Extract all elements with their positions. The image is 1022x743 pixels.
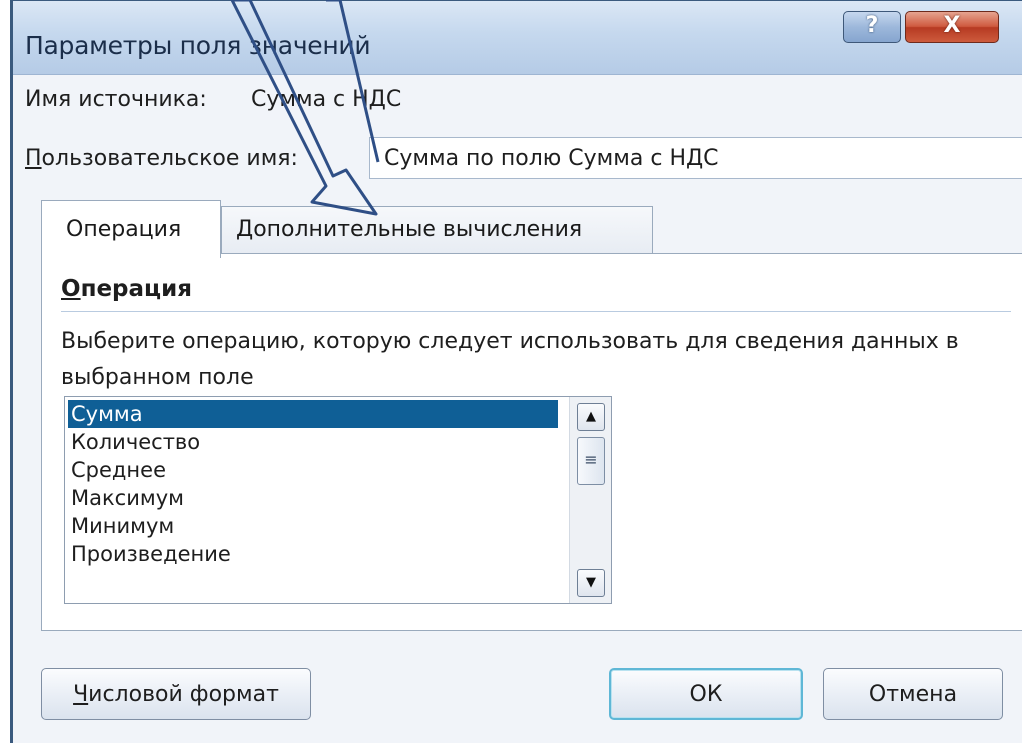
- scroll-up-button[interactable]: ▲: [577, 403, 605, 431]
- list-item-average[interactable]: Среднее: [68, 456, 558, 484]
- close-icon: X: [943, 13, 961, 38]
- custom-name-input[interactable]: [369, 137, 1022, 179]
- window-title: Параметры поля значений: [25, 31, 371, 60]
- source-name-label: Имя источника:: [25, 87, 207, 112]
- operation-listbox[interactable]: Сумма Количество Среднее Максимум Миниму…: [64, 396, 612, 604]
- list-item-min[interactable]: Минимум: [68, 512, 558, 540]
- arrow-up-icon: ▲: [586, 409, 596, 424]
- ok-button[interactable]: ОК: [609, 668, 803, 720]
- list-item-sum[interactable]: Сумма: [68, 400, 558, 428]
- tab-additional-calculations[interactable]: Дополнительные вычисления: [221, 206, 653, 254]
- list-item-count[interactable]: Количество: [68, 428, 558, 456]
- grip-icon: ≡: [584, 450, 598, 469]
- section-divider: [61, 311, 1011, 312]
- scroll-down-button[interactable]: ▼: [577, 569, 605, 597]
- custom-name-accelerator: П: [25, 146, 42, 171]
- tab-operation[interactable]: Операция: [41, 200, 221, 258]
- list-item-max[interactable]: Максимум: [68, 484, 558, 512]
- arrow-down-icon: ▼: [586, 575, 596, 590]
- value-field-settings-dialog: Параметры поля значений ? X Имя источник…: [10, 0, 1022, 743]
- number-format-text: исловой формат: [88, 681, 279, 707]
- number-format-accelerator: Ч: [73, 681, 89, 707]
- number-format-button[interactable]: Числовой формат: [41, 668, 311, 720]
- operation-description: Выберите операцию, которую следует испол…: [61, 329, 959, 390]
- section-title-text: перация: [80, 276, 192, 302]
- cancel-button[interactable]: Отмена: [823, 668, 1003, 720]
- operation-tab-panel: Операция Выберите операцию, которую след…: [41, 253, 1022, 631]
- source-name-value: Сумма с НДС: [251, 87, 402, 112]
- help-button[interactable]: ?: [843, 11, 901, 43]
- section-title-accelerator: О: [61, 276, 81, 302]
- custom-name-label-text: ользовательское имя:: [41, 146, 298, 171]
- section-title: Операция: [61, 276, 192, 302]
- close-button[interactable]: X: [905, 11, 999, 43]
- title-bar: Параметры поля значений ? X: [13, 1, 1022, 75]
- question-icon: ?: [865, 13, 879, 38]
- list-item-product[interactable]: Произведение: [68, 540, 558, 568]
- scroll-thumb[interactable]: ≡: [577, 437, 605, 485]
- custom-name-label: Пользовательское имя:: [25, 146, 298, 171]
- listbox-scrollbar[interactable]: ▲ ≡ ▼: [569, 397, 611, 603]
